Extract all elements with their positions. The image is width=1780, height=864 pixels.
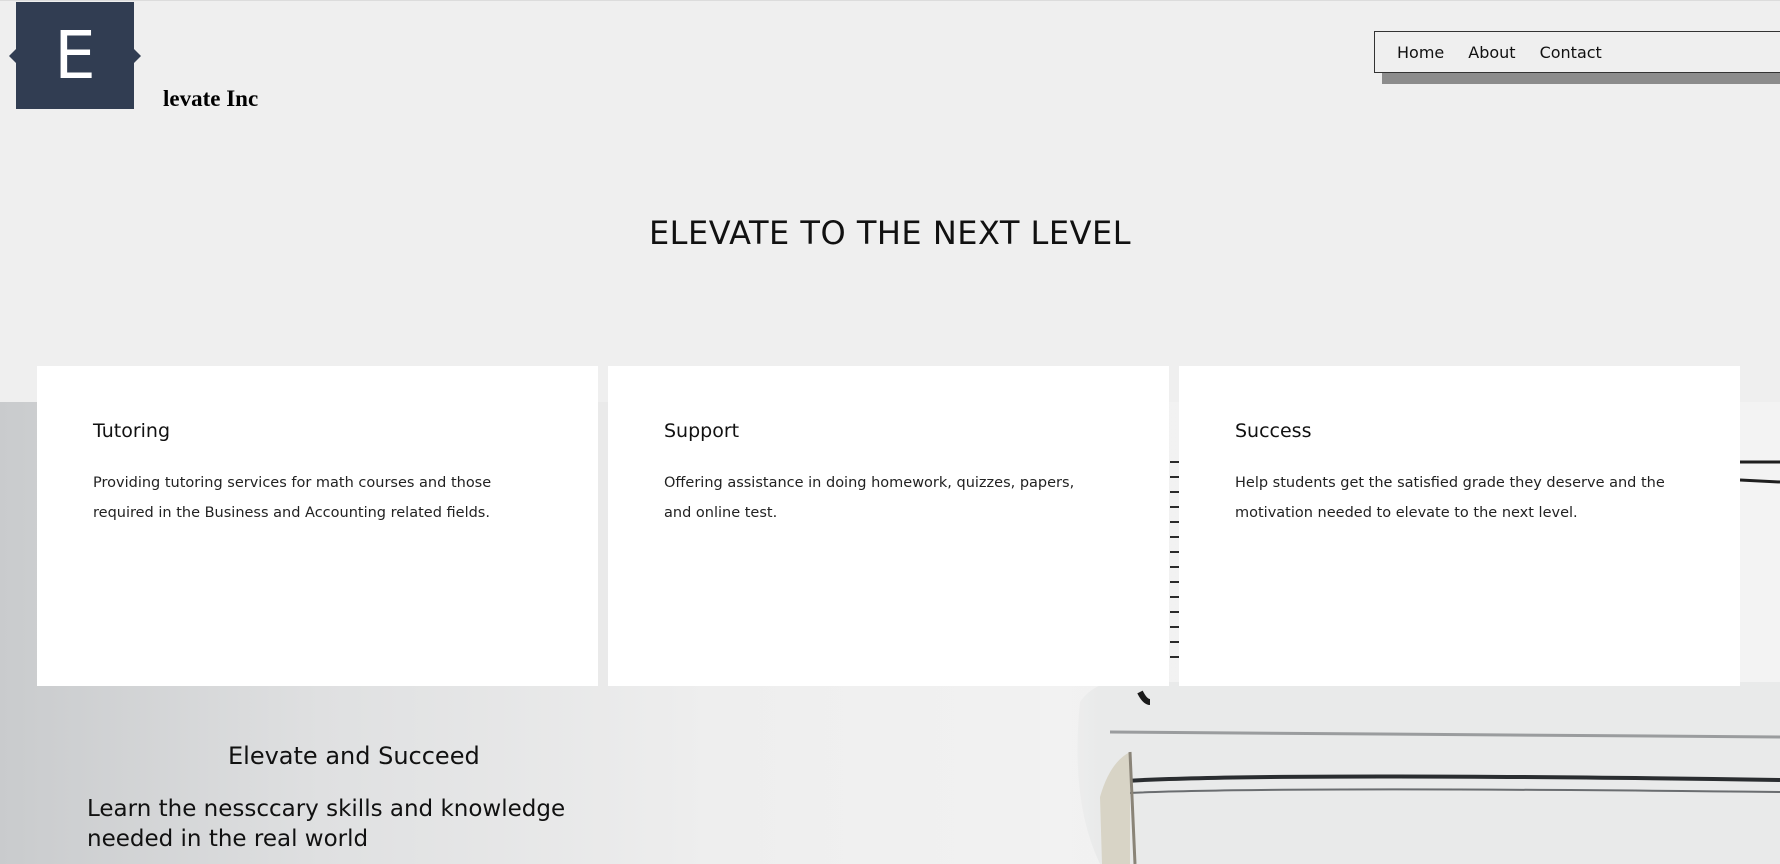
card-title: Support [664,420,740,442]
service-card-success: Success Help students get the satisfied … [1179,366,1740,686]
nav-link-contact[interactable]: Contact [1540,43,1602,62]
card-title: Success [1235,420,1312,442]
section-subtext: Learn the nessccary skills and knowledge… [87,796,566,852]
top-divider [0,0,1780,1]
card-text: Providing tutoring services for math cou… [93,475,492,521]
card-text: Help students get the satisfied grade th… [1235,475,1665,521]
logo-notch-right [134,49,141,63]
service-card-support: Support Offering assistance in doing hom… [608,366,1169,686]
hero-title: ELEVATE TO THE NEXT LEVEL [648,214,1132,252]
logo-notch-left [9,49,16,63]
brand-name: levate Inc [163,86,259,111]
card-text: Offering assistance in doing homework, q… [664,475,1075,521]
section-heading: Elevate and Succeed [228,742,480,770]
service-card-tutoring: Tutoring Providing tutoring services for… [37,366,598,686]
main-nav: Home About Contact [1374,31,1780,73]
nav-link-home[interactable]: Home [1397,43,1444,62]
page: E levate Inc Home About Contact ELEVATE … [0,0,1780,864]
nav-link-about[interactable]: About [1468,43,1515,62]
logo-letter: E [54,17,96,94]
card-title: Tutoring [93,420,171,442]
